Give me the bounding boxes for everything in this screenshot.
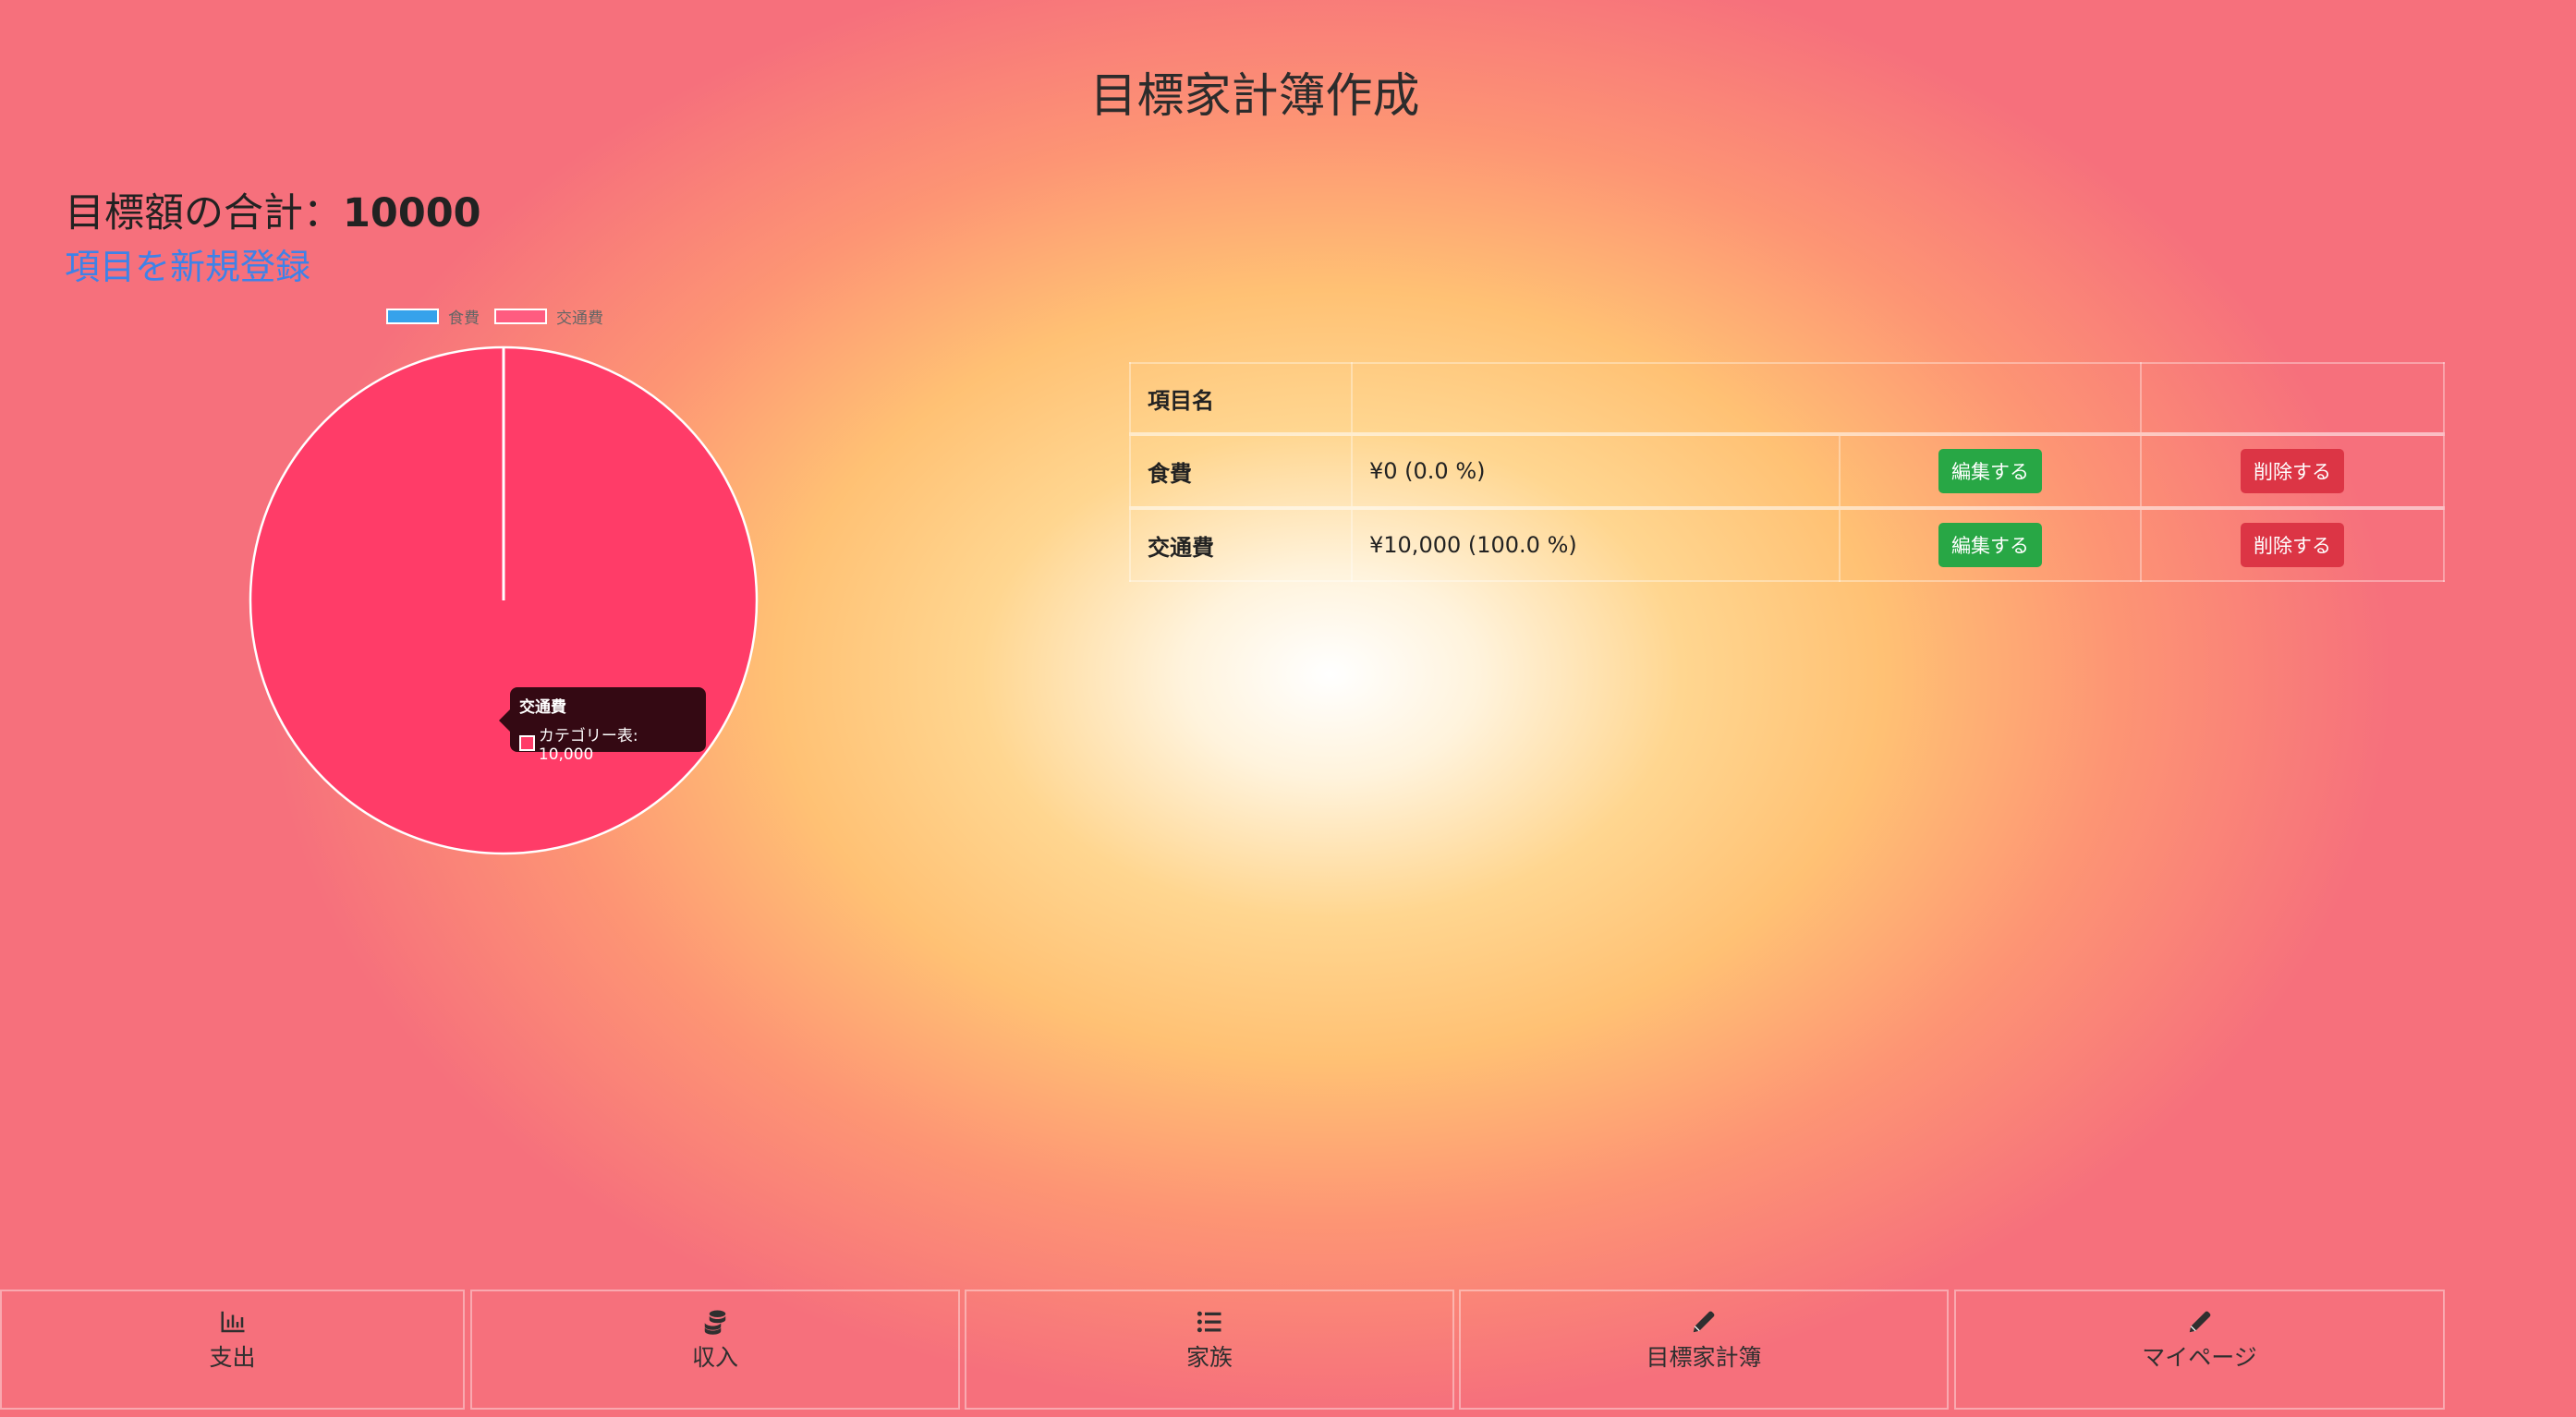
table-header-name: 項目名 [1129,362,1353,435]
nav-label: マイページ [2142,1344,2257,1371]
legend-label-food: 食費 [448,309,480,328]
total-target-amount: 目標額の合計：10000 [65,181,481,238]
delete-button[interactable]: 削除する [2241,523,2344,567]
table-row: 食費 ¥0 (0.0 %) 編集する 削除する [1129,432,2445,509]
nav-family[interactable]: 家族 [965,1290,1454,1410]
pencil-icon [2189,1311,2210,1333]
legend-swatch-food [386,309,439,324]
legend-item-transport[interactable]: 交通費 [494,305,603,328]
total-label: 目標額の合計： [65,190,343,236]
row-name: 食費 [1129,432,1353,509]
row-edit-cell: 編集する [1839,506,2142,582]
coins-icon [704,1310,726,1335]
tooltip-title: 交通費 [519,698,566,717]
nav-label: 家族 [1185,1344,1233,1371]
nav-label: 収入 [691,1344,738,1371]
total-amount: 10000 [343,190,481,236]
row-edit-cell: 編集する [1839,432,2142,509]
nav-mypage[interactable]: マイページ [1954,1290,2445,1410]
row-name: 交通費 [1129,506,1353,582]
row-amount: ¥10,000 (100.0 %) [1351,506,1841,582]
row-delete-cell: 削除する [2140,506,2445,582]
tooltip-value: カテゴリー表: 10,000 [538,727,638,764]
nav-label: 支出 [209,1344,256,1371]
tooltip-swatch [519,735,535,751]
chart-legend[interactable]: 食費 交通費 [386,305,618,328]
table-row: 交通費 ¥10,000 (100.0 %) 編集する 削除する [1129,506,2445,582]
row-amount: ¥0 (0.0 %) [1351,432,1841,509]
nav-label: 目標家計簿 [1646,1344,1762,1371]
edit-button[interactable]: 編集する [1938,449,2042,493]
table-header-empty-2 [2140,362,2445,435]
page-title: 目標家計簿作成 [1089,69,1420,124]
nav-target-budget[interactable]: 目標家計簿 [1459,1290,1949,1410]
list-icon [1197,1311,1221,1333]
nav-income[interactable]: 収入 [470,1290,960,1410]
register-new-item-link[interactable]: 項目を新規登録 [65,238,310,289]
legend-label-transport: 交通費 [556,309,603,328]
tooltip-line: カテゴリー表: 10,000 [519,722,697,764]
items-table: 項目名 食費 ¥0 (0.0 %) 編集する 削除する 交通費 ¥10,000 … [1129,362,2445,582]
edit-button[interactable]: 編集する [1938,523,2042,567]
delete-button[interactable]: 削除する [2241,449,2344,493]
pencil-icon [1693,1311,1715,1333]
legend-item-food[interactable]: 食費 [386,305,480,328]
row-delete-cell: 削除する [2140,432,2445,509]
category-pie-chart[interactable] [236,333,772,868]
chart-tooltip: 交通費 カテゴリー表: 10,000 [499,687,706,764]
table-header-empty [1351,362,2142,435]
bottom-nav: 支出 収入 家族 目標家計簿 マイページ [0,1290,2445,1410]
table-header-row: 項目名 [1129,362,2445,435]
nav-expense[interactable]: 支出 [0,1290,465,1410]
bar-chart-icon [221,1311,244,1333]
legend-swatch-transport [494,309,547,324]
